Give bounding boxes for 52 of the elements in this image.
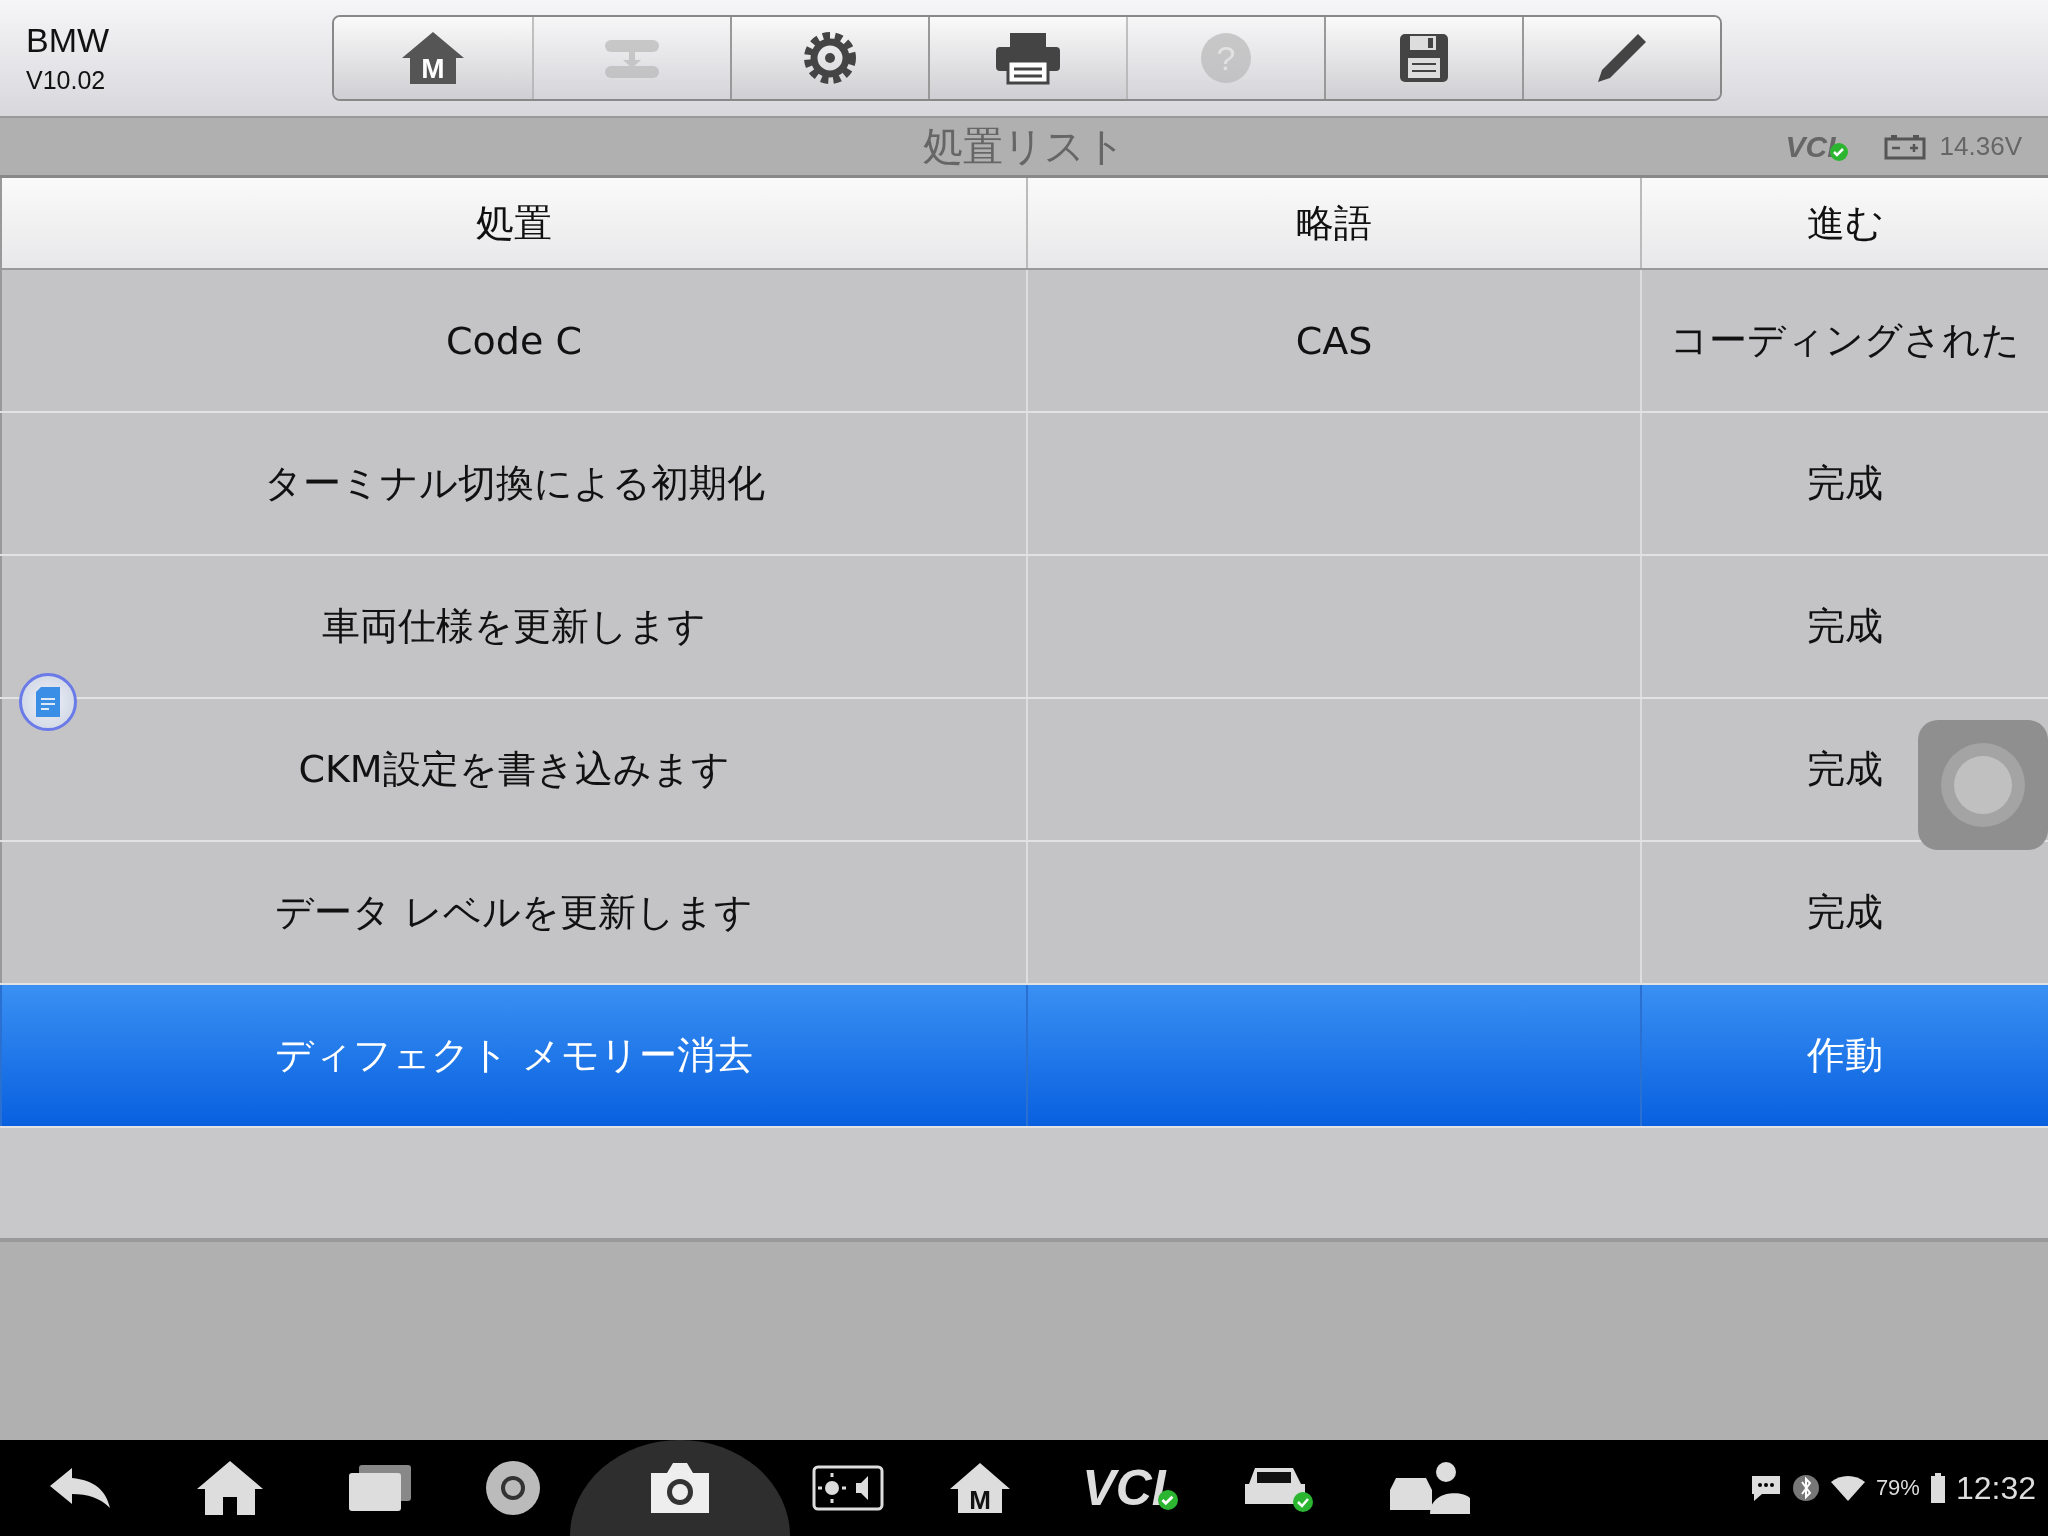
table-cell-text: 車両仕様を更新します <box>322 603 706 650</box>
table-cell: CAS <box>1295 318 1373 363</box>
wifi-icon <box>1829 1474 1866 1502</box>
table-row[interactable]: ディフェクト メモリー消去 作動 <box>0 985 2048 1128</box>
browser-icon <box>483 1459 542 1517</box>
vci-status: VCI <box>1785 129 1836 164</box>
brightness-volume-icon <box>811 1465 884 1511</box>
table-row[interactable]: 車両仕様を更新します 完成 <box>0 556 2048 699</box>
page-title: 処置リスト <box>922 122 1126 171</box>
chat-icon <box>1749 1474 1782 1502</box>
home-icon: M <box>948 1461 1012 1515</box>
table-cell-text: 完成 <box>1807 746 1883 793</box>
table-cell-text: コーディングされた <box>1670 317 2020 364</box>
battery-icon <box>1929 1473 1946 1503</box>
help-icon: ? <box>1198 30 1254 86</box>
column-header: 進む <box>1640 178 2048 268</box>
app-version: V10.02 <box>26 66 107 95</box>
column-header: 略語 <box>1026 178 1640 268</box>
app-name: BMW <box>26 21 111 60</box>
toolbar-button[interactable] <box>1324 17 1522 99</box>
toolbar-button[interactable] <box>1522 17 1720 99</box>
vci-label: VCI <box>1082 1459 1166 1517</box>
table-cell-text: 完成 <box>1807 603 1883 650</box>
bluetooth-icon <box>1791 1474 1820 1502</box>
recent-apps-icon <box>347 1463 413 1513</box>
battery-icon <box>1883 133 1926 160</box>
voltage-reading: 14.36V <box>1939 131 2022 162</box>
table-cell-text: ターミナル切換による初期化 <box>263 460 765 507</box>
home-icon: M <box>400 30 466 86</box>
car-technician-icon <box>1388 1460 1472 1516</box>
nav-button[interactable]: M <box>905 1440 1055 1536</box>
home-icon <box>195 1459 265 1517</box>
table-cell-text: 作動 <box>1807 1032 1883 1079</box>
document-icon <box>36 687 60 717</box>
table-row[interactable]: Code C CAS コーディングされた <box>0 270 2048 413</box>
toolbar-button[interactable]: M <box>334 17 532 99</box>
printer-icon <box>994 31 1062 85</box>
table-cell-text: ディフェクト メモリー消去 <box>275 1032 753 1079</box>
toolbar-button[interactable] <box>730 17 928 99</box>
back-icon <box>48 1466 112 1510</box>
toolbar-button[interactable] <box>928 17 1126 99</box>
table-cell-text: 完成 <box>1807 889 1883 936</box>
column-header: 処置 <box>0 178 1026 268</box>
table-cell-text: 完成 <box>1807 460 1883 507</box>
table-cell: Code C <box>446 318 582 363</box>
table-row[interactable]: データ レベルを更新します 完成 <box>0 842 2048 985</box>
clock: 12:32 <box>1955 1469 2036 1507</box>
battery-percentage: 79% <box>1875 1475 1920 1501</box>
table-row[interactable]: ターミナル切換による初期化 完成 <box>0 413 2048 556</box>
nav-button[interactable]: VCI <box>1055 1440 1205 1536</box>
table-cell-text: CKM設定を書き込みます <box>298 746 730 793</box>
table-cell-text: データ レベルを更新します <box>275 889 753 936</box>
